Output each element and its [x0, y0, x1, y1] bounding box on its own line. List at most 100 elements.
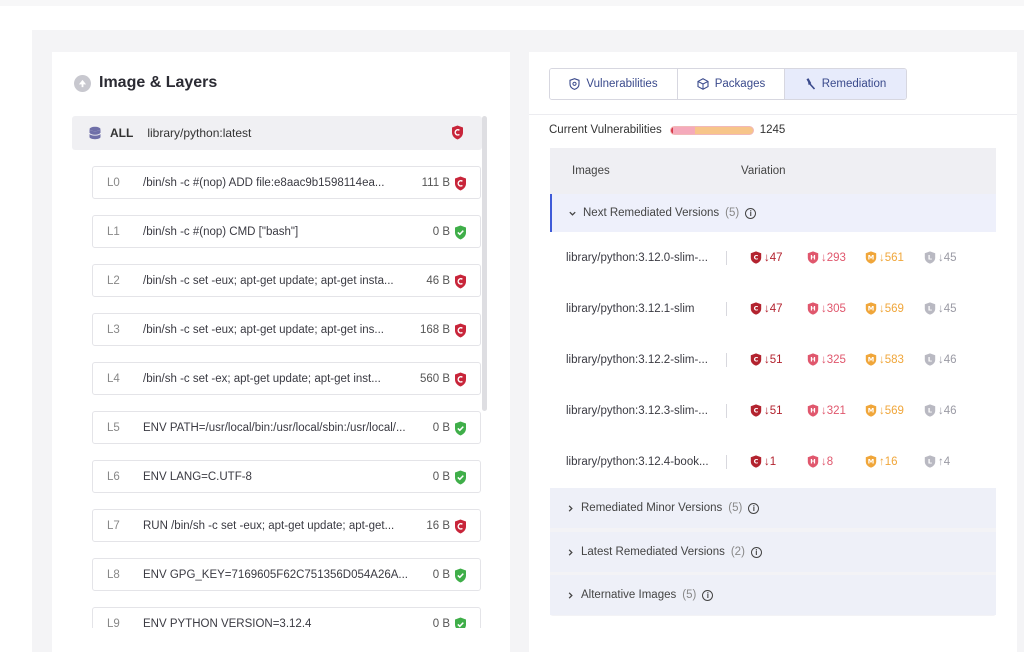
- medium-shield-icon: M: [865, 251, 877, 264]
- remediation-row[interactable]: library/python:3.12.3-slim-... C ↓51 H ↓321 M…: [550, 385, 996, 436]
- info-icon[interactable]: i: [748, 502, 760, 514]
- layer-size: 46 B: [426, 274, 450, 287]
- layer-id: L1: [107, 225, 120, 238]
- divider: [726, 352, 727, 367]
- medium-variation: M ↓561: [865, 251, 904, 264]
- remediation-row[interactable]: library/python:3.12.4-book... C ↓1 H ↓8 M ↑16 L…: [550, 436, 996, 487]
- critical-shield-icon: C: [750, 404, 762, 417]
- tab-remediation[interactable]: Remediation: [785, 69, 906, 99]
- svg-text:C: C: [754, 254, 759, 262]
- layer-id: L4: [107, 372, 120, 385]
- high-delta: ↓293: [821, 251, 846, 264]
- high-delta: ↓8: [821, 455, 834, 468]
- vulnerable-shield-icon: [454, 323, 467, 338]
- image-tag: library/python:3.12.3-slim-...: [566, 404, 708, 417]
- layer-id: L8: [107, 568, 120, 581]
- tab-packages[interactable]: Packages: [678, 69, 785, 99]
- layer-row[interactable]: L5 ENV PATH=/usr/local/bin:/usr/local/sbi…: [92, 411, 481, 444]
- layer-row[interactable]: L3/bin/sh -c set -eux; apt-get update; a…: [92, 313, 481, 346]
- group-header: Latest Remediated Versions (2) i: [566, 546, 762, 558]
- remediation-row[interactable]: library/python:3.12.1-slim C ↓47 H ↓305 M ↓569…: [550, 283, 996, 334]
- secure-shield-icon: [454, 225, 467, 240]
- layer-size: 0 B: [432, 421, 450, 434]
- medium-delta: ↓569: [879, 302, 904, 315]
- svg-text:M: M: [868, 254, 874, 262]
- collapsed-group[interactable]: Latest Remediated Versions (2) i: [550, 532, 996, 572]
- layer-row[interactable]: L1/bin/sh -c #(nop) CMD ["bash"] 0 B: [92, 215, 481, 248]
- svg-text:C: C: [754, 356, 759, 364]
- top-bar: [0, 0, 1024, 6]
- secure-shield-icon: [454, 421, 467, 436]
- remediation-row[interactable]: library/python:3.12.0-slim-... C ↓47 H ↓293 M…: [550, 232, 996, 283]
- group-header: Alternative Images (5) i: [566, 589, 714, 601]
- critical-variation: C ↓47: [750, 251, 783, 264]
- layer-command: ENV GPG_KEY=7169605F62C751356D054A26A...: [143, 568, 408, 581]
- layer-command: /bin/sh -c #(nop) CMD ["bash"]: [143, 225, 299, 238]
- layer-row[interactable]: L2/bin/sh -c set -eux; apt-get update; a…: [92, 264, 481, 297]
- all-layers-row[interactable]: ALL library/python:latest: [72, 116, 482, 150]
- layer-command: ENV LANG=C.UTF-8: [143, 470, 252, 483]
- layer-id: L6: [107, 470, 120, 483]
- critical-variation: C ↓51: [750, 353, 783, 366]
- layer-size: 111 B: [421, 176, 450, 189]
- medium-delta: ↓561: [879, 251, 904, 264]
- layer-id: L3: [107, 323, 120, 336]
- critical-shield-icon: C: [750, 251, 762, 264]
- upload-icon: [74, 74, 91, 92]
- layer-command: /bin/sh -c #(nop) ADD file:e8aac9b159811…: [143, 176, 385, 189]
- svg-text:H: H: [810, 356, 815, 364]
- layer-id: L7: [107, 519, 120, 532]
- svg-text:C: C: [754, 305, 759, 313]
- layer-size: 0 B: [432, 470, 450, 483]
- divider: [726, 454, 727, 469]
- layer-row[interactable]: L9 ENV PYTHON VERSION=3.12.4 0 B: [92, 607, 481, 628]
- layer-command: /bin/sh -c set -eux; apt-get update; apt…: [143, 323, 384, 336]
- shield-outline-icon: [569, 78, 580, 90]
- tab-vulnerabilities[interactable]: Vulnerabilities: [550, 69, 678, 99]
- critical-shield-icon: C: [750, 353, 762, 366]
- group-next-remediated-versions[interactable]: Next Remediated Versions (5) i: [550, 194, 996, 232]
- critical-delta: ↓51: [764, 353, 783, 366]
- remediation-panel: Vulnerabilities Packages Remediation Cur…: [529, 52, 1017, 652]
- divider: [726, 301, 727, 316]
- high-delta: ↓321: [821, 404, 846, 417]
- high-variation: H ↓305: [807, 302, 846, 315]
- svg-text:M: M: [868, 305, 874, 313]
- info-icon[interactable]: i: [745, 207, 757, 219]
- low-variation: L ↓45: [924, 302, 957, 315]
- layer-row[interactable]: L0/bin/sh -c #(nop) ADD file:e8aac9b1598…: [92, 166, 481, 199]
- info-icon[interactable]: i: [702, 589, 714, 601]
- tab-label: Vulnerabilities: [586, 78, 658, 90]
- layer-row[interactable]: L8 ENV GPG_KEY=7169605F62C751356D054A26A.…: [92, 558, 481, 591]
- layer-row[interactable]: L6 ENV LANG=C.UTF-8 0 B: [92, 460, 481, 493]
- high-delta: ↓325: [821, 353, 846, 366]
- image-layers-panel: Image & Layers ALL library/python:latest…: [52, 52, 510, 652]
- group-label: Alternative Images: [581, 589, 677, 601]
- layer-row[interactable]: L4/bin/sh -c set -ex; apt-get update; ap…: [92, 362, 481, 395]
- low-shield-icon: L: [924, 353, 936, 366]
- scrollbar[interactable]: [482, 116, 487, 411]
- collapsed-group[interactable]: Alternative Images (5) i: [550, 575, 996, 615]
- remediation-table: Images Variation Next Remediated Version…: [550, 148, 996, 616]
- divider: [726, 403, 727, 418]
- collapsed-group[interactable]: Remediated Minor Versions (5) i: [550, 488, 996, 528]
- all-label: ALL: [110, 126, 134, 140]
- layer-size: 0 B: [432, 225, 450, 238]
- low-shield-icon: L: [924, 302, 936, 315]
- high-delta: ↓305: [821, 302, 846, 315]
- package-icon: [697, 78, 709, 90]
- high-variation: H ↓325: [807, 353, 846, 366]
- panel-title: Image & Layers: [99, 74, 218, 91]
- group-header: Remediated Minor Versions (5) i: [566, 502, 760, 514]
- chevron-right-icon: [566, 591, 575, 600]
- group-count: (5): [728, 502, 743, 514]
- divider: [529, 114, 1017, 115]
- layer-row[interactable]: L7 RUN /bin/sh -c set -eux; apt-get updat…: [92, 509, 481, 542]
- remediation-row[interactable]: library/python:3.12.2-slim-... C ↓51 H ↓325 M…: [550, 334, 996, 385]
- info-icon[interactable]: i: [750, 546, 762, 558]
- layer-size: 16 B: [426, 519, 450, 532]
- svg-text:H: H: [810, 458, 815, 466]
- layer-command: /bin/sh -c set -eux; apt-get update; apt…: [143, 274, 394, 287]
- high-shield-icon: H: [807, 302, 819, 315]
- secure-shield-icon: [454, 568, 467, 583]
